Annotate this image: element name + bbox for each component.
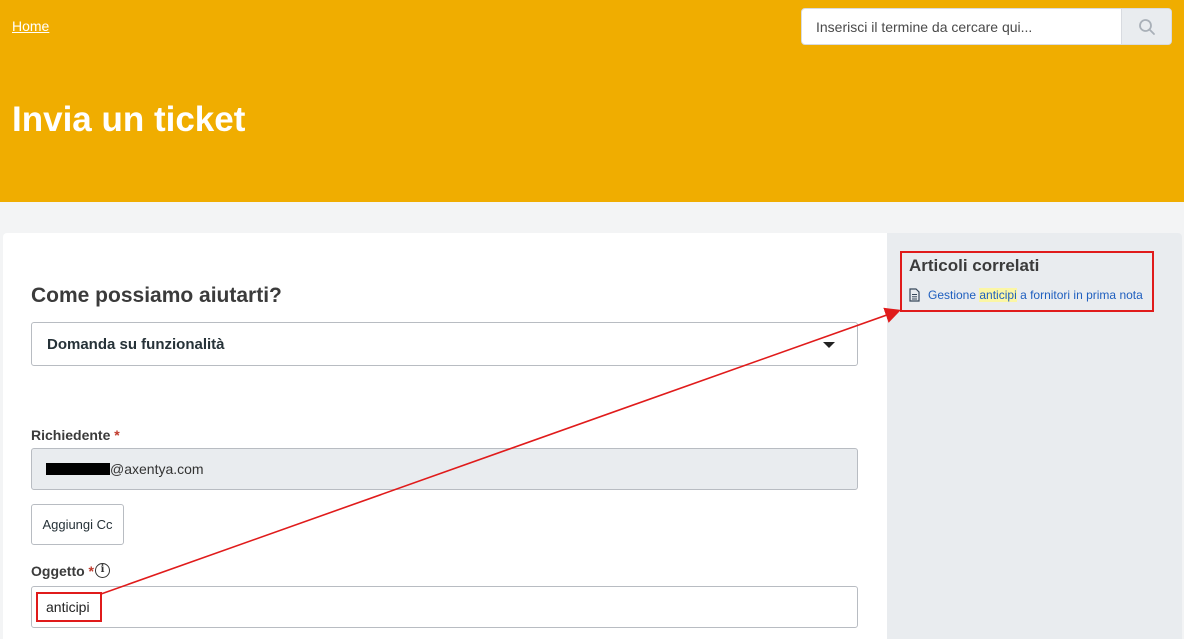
requester-email-domain: @axentya.com <box>110 461 204 477</box>
section-title: Come possiamo aiutarti? <box>31 284 282 307</box>
subject-input[interactable] <box>32 587 857 627</box>
subject-label-text: Oggetto <box>31 563 85 579</box>
requester-label-text: Richiedente <box>31 427 111 443</box>
page-title: Invia un ticket <box>12 100 246 139</box>
ticket-type-value: Domanda su funzionalità <box>47 336 225 353</box>
search-input[interactable] <box>802 9 1122 44</box>
requester-label: Richiedente * <box>31 427 120 443</box>
add-cc-button[interactable]: Aggiungi Cc <box>31 504 124 545</box>
breadcrumb-home-link[interactable]: Home <box>12 18 49 34</box>
search-box <box>801 8 1172 45</box>
subject-field <box>31 586 858 628</box>
required-mark: * <box>114 427 120 443</box>
caret-down-icon <box>823 342 835 348</box>
ticket-type-select[interactable]: Domanda su funzionalità <box>31 322 858 366</box>
requester-field: @axentya.com <box>31 448 858 490</box>
search-icon <box>1138 18 1155 35</box>
annotation-box-subject <box>36 592 102 622</box>
page-header: Home Invia un ticket <box>0 0 1184 202</box>
annotation-box-related <box>900 251 1154 312</box>
search-button[interactable] <box>1121 9 1171 44</box>
redacted-email-part <box>46 463 110 475</box>
subject-label: Oggetto * <box>31 563 94 579</box>
required-mark: * <box>88 563 94 579</box>
info-icon[interactable]: i <box>95 563 110 578</box>
